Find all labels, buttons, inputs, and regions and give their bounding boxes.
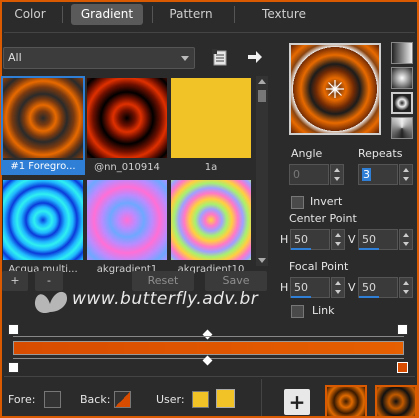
focal-v-slider[interactable] — [359, 296, 379, 298]
center-v-input[interactable]: 50 — [358, 229, 398, 250]
gradient-thumbnail — [171, 180, 251, 260]
repeats-stepper[interactable] — [399, 164, 413, 185]
focal-v-input[interactable]: 50 — [358, 277, 398, 298]
gradient-item[interactable]: Acqua multi... — [3, 180, 85, 277]
tab-pattern[interactable]: Pattern — [161, 4, 221, 25]
tab-color[interactable]: Color — [10, 4, 50, 25]
fore-color-swatch[interactable] — [44, 391, 61, 408]
tab-gradient[interactable]: Gradient — [71, 4, 143, 25]
focal-v-stepper[interactable] — [399, 277, 413, 298]
reset-button[interactable]: Reset — [132, 271, 194, 291]
repeats-input[interactable]: 3 — [358, 164, 398, 185]
angle-label: Angle — [291, 147, 323, 160]
focal-h-label: H — [280, 281, 289, 294]
gradient-label: 1a — [204, 162, 218, 173]
invert-label: Invert — [310, 195, 343, 208]
center-point-label: Center Point — [289, 212, 357, 225]
add-recent-button[interactable]: + — [284, 389, 310, 415]
center-v-label: V — [348, 233, 356, 246]
library-filter-dropdown[interactable]: All — [3, 47, 195, 69]
scroll-thumb[interactable] — [258, 90, 266, 102]
opacity-stop-left[interactable] — [8, 324, 19, 335]
scroll-up-icon[interactable] — [258, 79, 266, 84]
bottom-divider — [4, 376, 415, 377]
focal-h-stepper[interactable] — [331, 277, 345, 298]
gradient-bar[interactable] — [13, 341, 404, 355]
gradient-item[interactable]: akgradient1 — [87, 180, 169, 277]
color-stop-right[interactable] — [397, 362, 408, 373]
gradient-item[interactable]: @nn_010914 — [87, 78, 169, 175]
focal-v-value: 50 — [362, 281, 376, 294]
butterfly-logo-icon — [30, 282, 70, 318]
tab-separator — [152, 6, 153, 23]
angle-value: 0 — [293, 168, 300, 181]
user-color-swatch-large[interactable] — [216, 389, 235, 408]
back-color-swatch[interactable] — [114, 391, 131, 408]
link-label: Link — [312, 304, 335, 317]
back-label: Back: — [80, 393, 111, 406]
focal-h-value: 50 — [294, 281, 308, 294]
add-gradient-button[interactable]: + — [2, 271, 28, 291]
opacity-track — [13, 336, 404, 337]
focal-v-label: V — [348, 281, 356, 294]
scroll-down-icon[interactable] — [258, 258, 266, 263]
invert-checkbox[interactable] — [291, 196, 304, 209]
gradient-thumbnail — [171, 78, 251, 158]
center-h-stepper[interactable] — [331, 229, 345, 250]
radial-style-button[interactable] — [391, 92, 413, 114]
link-checkbox[interactable] — [291, 305, 304, 318]
tab-divider — [4, 32, 415, 33]
gradient-label: @nn_010914 — [94, 162, 160, 173]
center-h-label: H — [280, 233, 289, 246]
library-filter-value: All — [8, 51, 22, 64]
center-v-value: 50 — [362, 233, 376, 246]
recent-gradient-swatch[interactable] — [375, 385, 417, 418]
bottom-separator — [261, 379, 262, 416]
watermark-text: www.butterfly.adv.br — [72, 289, 259, 309]
repeats-label: Repeats — [358, 147, 403, 160]
gradient-item[interactable]: 1a — [171, 78, 253, 175]
angle-input[interactable]: 0 — [289, 164, 329, 185]
center-v-stepper[interactable] — [399, 229, 413, 250]
chevron-down-icon — [181, 56, 189, 61]
gradient-item[interactable]: akgradient10 — [171, 180, 253, 277]
center-h-value: 50 — [294, 233, 308, 246]
repeats-value: 3 — [362, 168, 371, 181]
arrow-right-icon[interactable] — [246, 48, 264, 66]
library-manage-icon[interactable] — [212, 49, 228, 67]
focal-point-label: Focal Point — [289, 260, 349, 273]
recent-gradient-swatch[interactable] — [325, 385, 367, 418]
library-scrollbar[interactable] — [256, 76, 268, 266]
tab-separator — [234, 6, 235, 23]
fore-label: Fore: — [8, 393, 36, 406]
opacity-stop-right[interactable] — [397, 324, 408, 335]
user-label: User: — [156, 393, 185, 406]
user-color-swatch[interactable] — [192, 391, 209, 408]
gradient-thumbnail — [87, 78, 167, 158]
linear-style-button[interactable] — [391, 42, 413, 64]
gradient-thumbnail — [3, 180, 83, 260]
color-stop-left[interactable] — [8, 362, 19, 373]
tab-separator — [62, 6, 63, 23]
focal-h-slider[interactable] — [291, 296, 311, 298]
center-h-input[interactable]: 50 — [290, 229, 330, 250]
rectangular-style-button[interactable] — [391, 67, 413, 89]
gradient-preview[interactable] — [289, 43, 381, 135]
sunburst-style-button[interactable] — [391, 117, 413, 139]
gradient-item-selected[interactable]: #1 Foregro... — [1, 76, 85, 175]
tab-texture[interactable]: Texture — [253, 4, 315, 25]
save-button[interactable]: Save — [205, 271, 267, 291]
center-v-slider[interactable] — [359, 248, 379, 250]
focal-h-input[interactable]: 50 — [290, 277, 330, 298]
center-point-icon[interactable] — [325, 79, 345, 99]
gradient-thumbnail — [87, 180, 167, 260]
center-h-slider[interactable] — [291, 248, 311, 250]
gradient-label: #1 Foregro... — [1, 160, 85, 174]
angle-stepper[interactable] — [330, 164, 344, 185]
gradient-thumbnail — [3, 78, 83, 158]
